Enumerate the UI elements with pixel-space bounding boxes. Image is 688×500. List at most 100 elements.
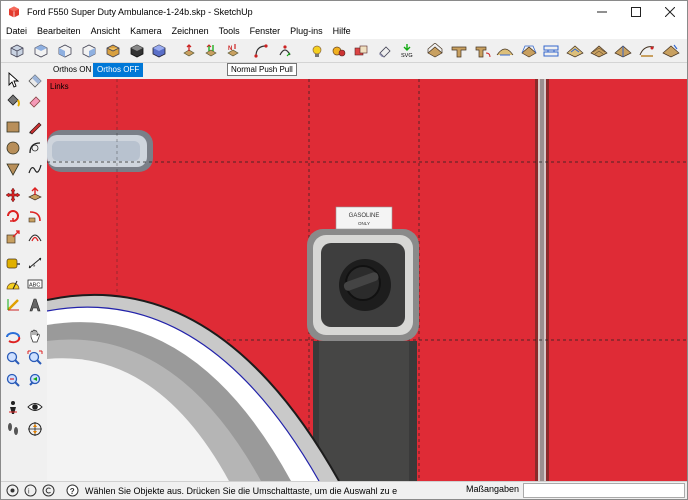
orthos-on-button[interactable]: Orthos ON [49, 63, 95, 77]
freehand-icon[interactable] [25, 159, 45, 179]
status-message: Wählen Sie Objekte aus. Drücken Sie die … [85, 485, 398, 496]
zoom-window-icon[interactable] [25, 348, 45, 368]
circle-icon[interactable] [3, 138, 23, 158]
material-tool-icon[interactable] [329, 41, 349, 61]
tape-measure-icon[interactable] [3, 253, 23, 273]
copyright-icon[interactable] [41, 484, 55, 498]
push-pull-plugin-1-icon[interactable] [179, 41, 199, 61]
extrude-5-icon[interactable] [519, 41, 539, 61]
extrude-4-icon[interactable] [495, 41, 515, 61]
extrude-3-icon[interactable] [473, 41, 493, 61]
section-plane-icon[interactable] [25, 419, 45, 439]
iso-view-button[interactable] [7, 41, 27, 61]
dimension-icon[interactable]: * [25, 253, 45, 273]
walk-icon[interactable] [3, 419, 23, 439]
bottom-view-button[interactable] [149, 41, 169, 61]
eraser-plugin-icon[interactable] [375, 41, 395, 61]
back-view-button[interactable] [103, 41, 123, 61]
menu-kamera[interactable]: Kamera [125, 23, 167, 39]
extrude-9-icon[interactable] [613, 41, 633, 61]
minimize-button[interactable] [585, 1, 619, 23]
protractor-icon[interactable] [3, 274, 23, 294]
menu-plug-ins[interactable]: Plug-ins [285, 23, 328, 39]
eraser-icon[interactable] [25, 70, 45, 90]
tooltip: Normal Push Pull [227, 63, 297, 76]
svg-text:N: N [228, 46, 232, 52]
orbit-icon[interactable] [3, 326, 23, 346]
close-button[interactable] [653, 1, 687, 23]
axes-icon[interactable] [3, 295, 23, 315]
orthos-toolbar: Orthos ON Orthos OFF [47, 63, 687, 77]
menu-hilfe[interactable]: Hilfe [328, 23, 356, 39]
previous-view-icon[interactable] [25, 370, 45, 390]
extrude-11-icon[interactable] [661, 41, 681, 61]
decal-text-2: ONLY [358, 221, 370, 226]
measurements-input[interactable] [523, 483, 685, 498]
svg-export-icon[interactable]: SVG [397, 41, 417, 61]
svg-label: SVG [401, 53, 413, 59]
right-view-button[interactable] [79, 41, 99, 61]
svg-text:i: i [28, 489, 30, 496]
svg-text:*: * [33, 265, 36, 271]
menu-bar: Datei Bearbeiten Ansicht Kamera Zeichnen… [1, 23, 687, 39]
select-arrow-icon[interactable] [3, 70, 23, 90]
decal-text-1: GASOLINE [349, 213, 380, 219]
left-view-button[interactable] [127, 41, 147, 61]
position-camera-icon[interactable] [3, 397, 23, 417]
look-around-icon[interactable] [25, 397, 45, 417]
rotate-icon[interactable] [3, 206, 23, 226]
menu-tools[interactable]: Tools [214, 23, 245, 39]
front-view-button[interactable] [55, 41, 75, 61]
help-icon[interactable]: ? [65, 484, 79, 498]
move-icon[interactable] [3, 185, 23, 205]
extrude-8-icon[interactable] [589, 41, 609, 61]
offset-icon[interactable] [25, 227, 45, 247]
paint-bucket-icon[interactable] [3, 91, 23, 111]
maximize-button[interactable] [619, 1, 653, 23]
extrude-6-icon[interactable] [541, 41, 561, 61]
window-title: Ford F550 Super Duty Ambulance-1-24b.skp… [27, 7, 253, 17]
curve-tool-1-icon[interactable] [251, 41, 271, 61]
menu-ansicht[interactable]: Ansicht [86, 23, 126, 39]
curve-tool-2-icon[interactable] [275, 41, 295, 61]
title-bar: Ford F550 Super Duty Ambulance-1-24b.skp… [1, 1, 687, 23]
pencil-icon[interactable] [25, 117, 45, 137]
rectangle-icon[interactable] [3, 117, 23, 137]
sketchup-logo-icon [7, 5, 21, 19]
follow-me-icon[interactable] [25, 206, 45, 226]
geo-location-icon[interactable] [5, 484, 19, 498]
extrude-10-icon[interactable] [637, 41, 657, 61]
scene-canvas: GASOLINE ONLY [47, 79, 687, 481]
extrude-7-icon[interactable] [565, 41, 585, 61]
top-view-button[interactable] [31, 41, 51, 61]
svg-text:ABC: ABC [29, 283, 40, 289]
bulb-tool-icon[interactable] [307, 41, 327, 61]
menu-bearbeiten[interactable]: Bearbeiten [32, 23, 86, 39]
orthos-off-button[interactable]: Orthos OFF [93, 63, 144, 77]
credits-icon[interactable]: i [23, 484, 37, 498]
component-tool-icon[interactable] [351, 41, 371, 61]
zoom-extents-icon[interactable] [3, 370, 23, 390]
menu-zeichnen[interactable]: Zeichnen [167, 23, 214, 39]
normal-push-pull-icon[interactable]: N [223, 41, 243, 61]
svg-text:?: ? [69, 487, 74, 496]
extrude-2-icon[interactable] [449, 41, 469, 61]
extrude-1-icon[interactable] [425, 41, 445, 61]
measurements-label: Maßangaben [466, 484, 520, 494]
push-pull-plugin-2-icon[interactable] [201, 41, 221, 61]
status-bar: i ? Wählen Sie Objekte aus. Drücken Sie … [1, 481, 687, 499]
menu-fenster[interactable]: Fenster [245, 23, 286, 39]
sketchup-window: Ford F550 Super Duty Ambulance-1-24b.skp… [0, 0, 688, 500]
arc-icon[interactable] [25, 138, 45, 158]
scale-icon[interactable] [3, 227, 23, 247]
zoom-icon[interactable] [3, 348, 23, 368]
3d-text-icon[interactable] [25, 295, 45, 315]
scene-tab-label[interactable]: Links [50, 82, 69, 91]
erase-pink-icon[interactable] [25, 91, 45, 111]
menu-datei[interactable]: Datei [1, 23, 32, 39]
pan-icon[interactable] [25, 326, 45, 346]
polygon-icon[interactable] [3, 159, 23, 179]
text-icon[interactable]: ABC [25, 274, 45, 294]
model-viewport[interactable]: GASOLINE ONLY Links [47, 79, 687, 481]
push-pull-icon[interactable] [25, 185, 45, 205]
